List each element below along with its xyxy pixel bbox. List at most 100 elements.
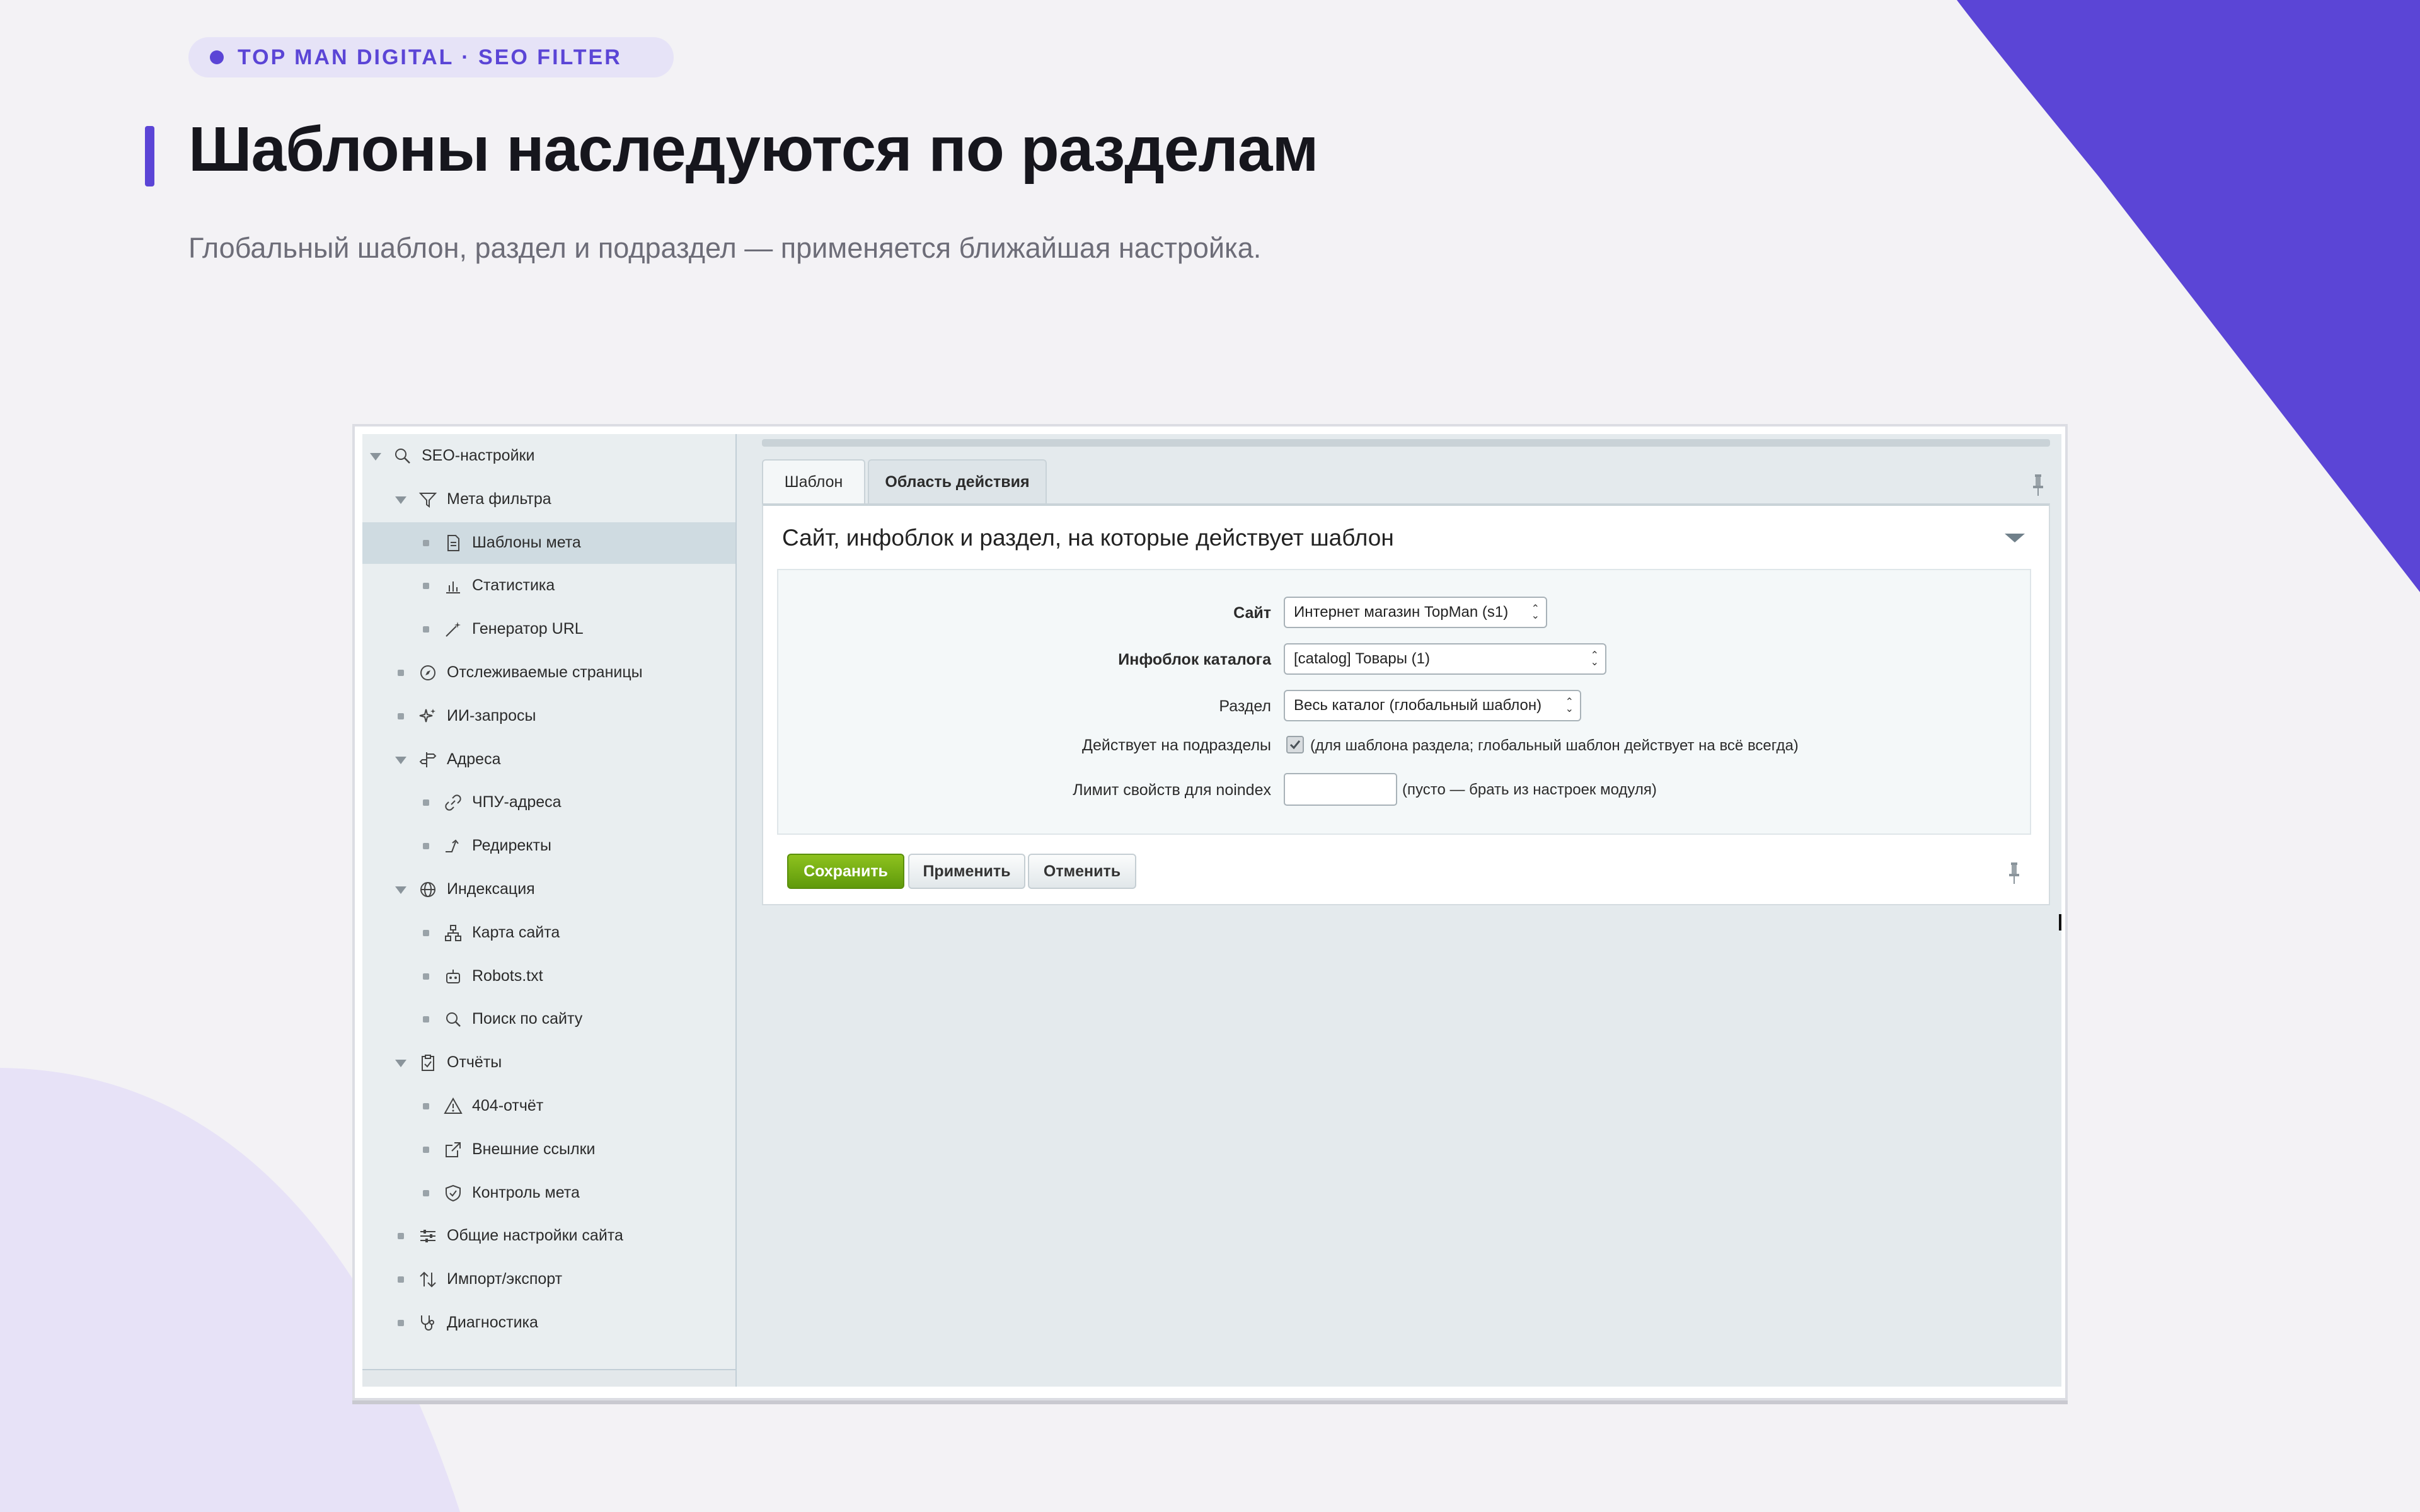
- section-label: Раздел: [1219, 697, 1271, 715]
- sidebar-item-label: ЧПУ-адреса: [472, 793, 562, 811]
- sidebar-item[interactable]: ЧПУ-адреса: [362, 782, 735, 823]
- sidebar-item-label: Шаблоны мета: [472, 533, 581, 551]
- site-label: Сайт: [1233, 604, 1271, 622]
- robot-icon: [443, 966, 463, 987]
- signpost-icon: [418, 750, 438, 770]
- sidebar-item[interactable]: Отслеживаемые страницы: [362, 652, 735, 694]
- sidebar-item[interactable]: Адреса: [362, 739, 735, 781]
- caret-down-icon[interactable]: [370, 453, 381, 461]
- iblock-select[interactable]: [catalog] Товары (1) ⌃ ⌄: [1284, 643, 1606, 675]
- caret-down-icon[interactable]: [395, 756, 406, 764]
- sidebar-item-label: Отслеживаемые страницы: [447, 663, 643, 681]
- sidebar-item-label: Адреса: [447, 750, 501, 768]
- sidebar-item[interactable]: Генератор URL: [362, 609, 735, 650]
- sidebar-item-label: Поиск по сайту: [472, 1010, 583, 1028]
- main-content: Шаблон Область действия Сайт, инфоблок и…: [737, 434, 2061, 1387]
- sidebar-item[interactable]: Поиск по сайту: [362, 999, 735, 1040]
- sidebar: SEO-настройки Мета фильтра Шаблоны мета Ста…: [362, 434, 737, 1387]
- page-subtitle: Глобальный шаблон, раздел и подраздел — …: [188, 232, 1262, 264]
- external-link-icon: [443, 1140, 463, 1160]
- bullet-icon: [423, 539, 429, 546]
- sidebar-item[interactable]: Внешние ссылки: [362, 1129, 735, 1171]
- bullet-icon: [423, 929, 429, 936]
- bullet-icon: [423, 799, 429, 806]
- document-icon: [443, 533, 463, 553]
- text-cursor: [2059, 914, 2061, 931]
- brand-pill: TOP MAN DIGITAL · SEO FILTER: [188, 37, 674, 77]
- sidebar-item-label: Robots.txt: [472, 966, 543, 985]
- bullet-icon: [398, 1233, 404, 1240]
- seo-search-icon: [393, 446, 413, 466]
- sidebar-item[interactable]: Контроль мета: [362, 1172, 735, 1214]
- sidebar-item[interactable]: ИИ-запросы: [362, 696, 735, 737]
- filter-icon: [418, 490, 438, 510]
- sidebar-item[interactable]: Отчёты: [362, 1042, 735, 1084]
- bullet-icon: [423, 583, 429, 590]
- redirect-arrow-icon: [443, 836, 463, 856]
- sidebar-item-label: Контроль мета: [472, 1183, 580, 1201]
- bullet-icon: [398, 1320, 404, 1326]
- tab-template[interactable]: Шаблон: [762, 459, 865, 503]
- scope-panel: Сайт, инфоблок и раздел, на которые дейс…: [762, 503, 2050, 905]
- top-scrollbar[interactable]: [762, 439, 2050, 447]
- apply-button[interactable]: Применить: [908, 854, 1025, 889]
- sidebar-item-label: Отчёты: [447, 1053, 502, 1072]
- pin-icon[interactable]: [2030, 473, 2046, 498]
- tab-scope[interactable]: Область действия: [868, 459, 1047, 503]
- title-accent-bar: [145, 126, 154, 186]
- sidebar-item-label: SEO-настройки: [422, 447, 535, 464]
- sidebar-item[interactable]: SEO-настройки: [362, 435, 735, 477]
- noindex-limit-input[interactable]: [1284, 773, 1397, 806]
- checkmark-icon: [1289, 740, 1301, 750]
- subsections-label: Действует на подразделы: [1082, 736, 1271, 754]
- sidebar-item-label: Импорт/экспорт: [447, 1270, 563, 1288]
- sidebar-item[interactable]: Индексация: [362, 869, 735, 910]
- sidebar-item[interactable]: Robots.txt: [362, 956, 735, 997]
- cancel-button[interactable]: Отменить: [1028, 854, 1136, 889]
- bullet-icon: [423, 1146, 429, 1153]
- subsections-checkbox[interactable]: [1286, 736, 1304, 753]
- collapse-arrow-icon[interactable]: [2005, 534, 2025, 542]
- pill-dot-icon: [210, 50, 224, 64]
- tab-scope-label: Область действия: [885, 472, 1030, 491]
- sidebar-item-label: Мета фильтра: [447, 490, 551, 508]
- bar-chart-icon: [443, 576, 463, 596]
- globe-icon: [418, 879, 438, 900]
- sidebar-item-label: Генератор URL: [472, 620, 584, 638]
- subsections-note: (для шаблона раздела; глобальный шаблон …: [1310, 737, 1799, 754]
- warning-icon: [443, 1096, 463, 1116]
- caret-down-icon[interactable]: [395, 496, 406, 504]
- caret-down-icon[interactable]: [395, 1060, 406, 1068]
- pin-icon[interactable]: [2006, 861, 2022, 886]
- sidebar-item-label: Индексация: [447, 880, 535, 898]
- sidebar-item[interactable]: Редиректы: [362, 825, 735, 867]
- magic-wand-icon: [443, 619, 463, 639]
- shield-check-icon: [443, 1183, 463, 1203]
- save-button[interactable]: Сохранить: [787, 854, 904, 889]
- sparkles-icon: [418, 706, 438, 726]
- caret-down-icon[interactable]: [395, 886, 406, 894]
- sidebar-item[interactable]: Статистика: [362, 565, 735, 607]
- sitemap-icon: [443, 923, 463, 943]
- sidebar-item[interactable]: Импорт/экспорт: [362, 1259, 735, 1300]
- clipboard-icon: [418, 1053, 438, 1073]
- admin-screenshot: SEO-настройки Мета фильтра Шаблоны мета Ста…: [352, 424, 2068, 1400]
- sidebar-item[interactable]: Мета фильтра: [362, 479, 735, 520]
- sidebar-bottom-bar: [362, 1369, 735, 1387]
- sidebar-item[interactable]: 404-отчёт: [362, 1085, 735, 1127]
- bullet-icon: [423, 626, 429, 633]
- section-select[interactable]: Весь каталог (глобальный шаблон) ⌃ ⌄: [1284, 690, 1581, 721]
- import-export-icon: [418, 1269, 438, 1290]
- site-select[interactable]: Интернет магазин TopMan (s1) ⌃ ⌄: [1284, 597, 1547, 628]
- brand-pill-text: TOP MAN DIGITAL · SEO FILTER: [238, 45, 622, 69]
- tab-template-label: Шаблон: [784, 472, 843, 491]
- sidebar-item[interactable]: Карта сайта: [362, 912, 735, 954]
- bullet-icon: [423, 843, 429, 850]
- bullet-icon: [423, 1016, 429, 1023]
- sidebar-item[interactable]: Шаблоны мета: [362, 522, 735, 564]
- bullet-icon: [423, 1189, 429, 1196]
- sidebar-item[interactable]: Диагностика: [362, 1302, 735, 1344]
- bullet-icon: [423, 973, 429, 980]
- sidebar-item-label: ИИ-запросы: [447, 706, 536, 724]
- sidebar-item[interactable]: Общие настройки сайта: [362, 1215, 735, 1257]
